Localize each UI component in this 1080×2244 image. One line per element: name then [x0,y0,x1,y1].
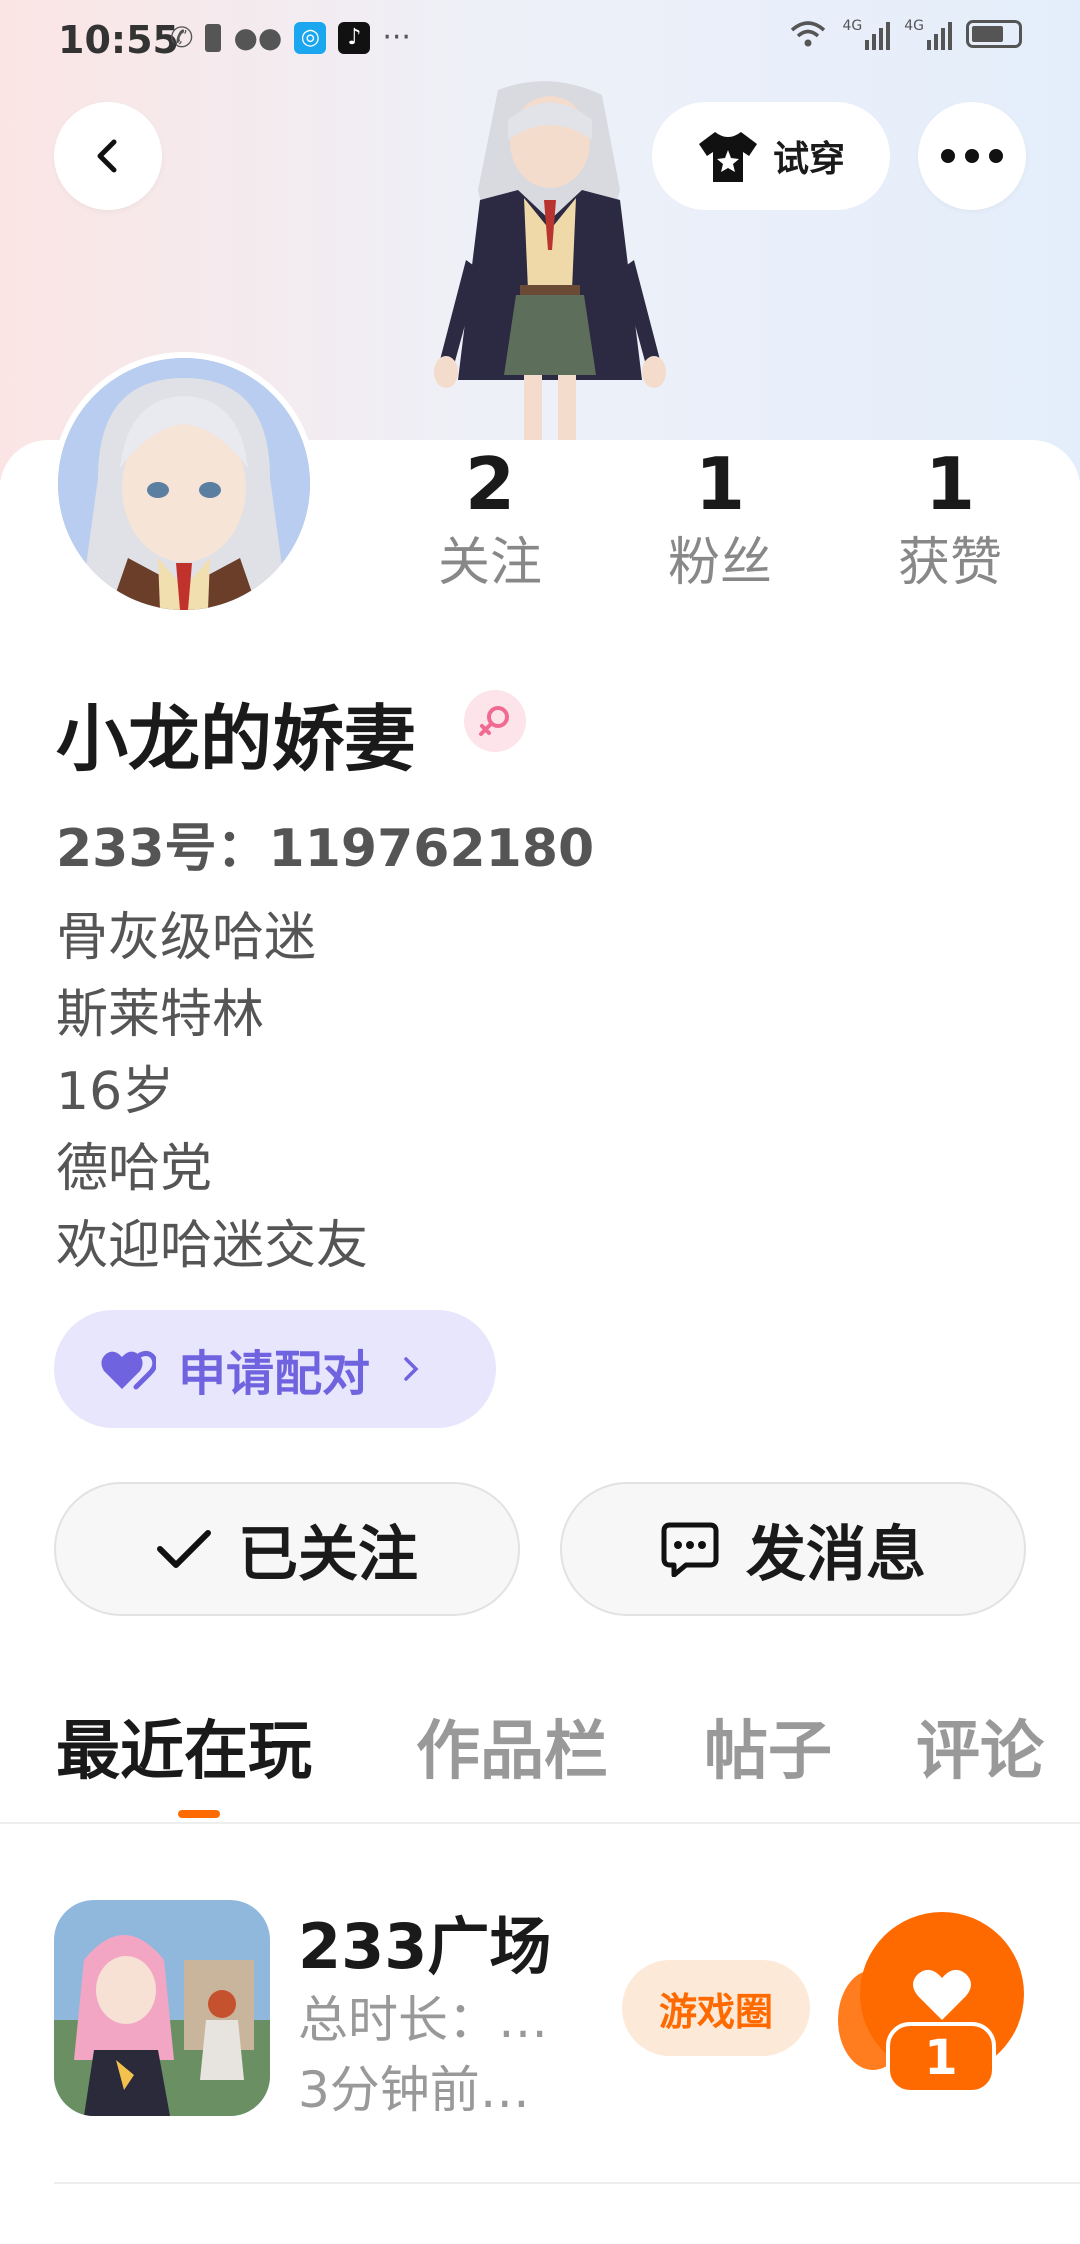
game-total-time: 总时长：… [298,1991,548,2049]
row-divider [54,2182,1080,2184]
stat-followers[interactable]: 1 粉丝 [640,440,800,598]
wechat-icon: ●● [233,21,283,54]
send-message-button[interactable]: 发消息 [560,1482,1026,1616]
more-dots-icon [941,149,1003,163]
status-time: 10:55 [58,18,179,62]
following-label: 关注 [437,533,542,593]
user-id: 233号：119762180 [56,819,595,879]
battery-alert-icon [205,23,222,52]
likes-label: 获赞 [897,533,1002,593]
followers-label: 粉丝 [667,533,772,593]
username: 小龙的娇妻 [56,697,417,781]
tshirt-icon [698,132,757,182]
tab-posts[interactable]: 帖子 [704,1700,832,1792]
user-avatar[interactable] [52,352,316,616]
like-count-badge: 1 [886,2022,996,2094]
female-gender-icon [464,690,526,752]
notification-icons: ✆ ●● ◎ ♪ ··· [170,20,411,55]
tiktok-icon: ♪ [338,21,371,54]
game-icon[interactable] [54,1900,270,2116]
bio-line: 斯莱特林 [56,985,265,1045]
game-title: 233广场 [298,1910,552,1983]
stat-following[interactable]: 2 关注 [410,440,570,598]
bio-line: 骨灰级哈迷 [56,908,317,968]
more-notifications-icon: ··· [382,20,411,55]
bio-line: 德哈党 [56,1139,213,1199]
try-on-button[interactable]: 试穿 [652,102,890,210]
tab-recently-played[interactable]: 最近在玩 [56,1700,312,1792]
request-pairing-label: 申请配对 [178,1346,371,1402]
profile-tabs: 最近在玩 作品栏 帖子 评论 [56,1700,1080,1810]
active-tab-indicator [178,1810,220,1818]
system-icons: 4G 4G [788,18,1022,50]
chat-bubble-icon [661,1522,719,1577]
heart-pair-icon [101,1350,156,1390]
heart-icon [913,1969,971,2020]
likes-count: 1 [924,442,976,526]
try-on-label: 试穿 [772,139,845,180]
bio-line: 16岁 [56,1062,175,1122]
back-button[interactable] [54,102,162,210]
wifi-icon [791,21,826,47]
checkmark-icon [157,1530,211,1568]
character-avatar-figure[interactable] [420,80,680,440]
request-pairing-button[interactable]: 申请配对 [54,1310,496,1428]
game-circle-button[interactable]: 游戏圈 [622,1960,810,2056]
tab-works[interactable]: 作品栏 [416,1700,608,1792]
game-last-played: 3分钟前… [298,2061,530,2119]
bio-line: 欢迎哈迷交友 [56,1216,369,1276]
battery-icon [966,20,1022,48]
avatar-image [58,358,310,610]
followers-count: 1 [694,442,746,526]
chevron-left-icon [97,139,117,173]
more-options-button[interactable] [918,102,1026,210]
tab-comments[interactable]: 评论 [916,1700,1044,1792]
send-message-label: 发消息 [746,1519,926,1590]
status-bar: 10:55 ✆ ●● ◎ ♪ ··· 4G 4G [0,0,1080,80]
bio: 骨灰级哈迷 斯莱特林 16岁 德哈党 欢迎哈迷交友 [56,900,368,1285]
stat-likes[interactable]: 1 获赞 [870,440,1030,598]
signal-1-icon: 4G [842,18,891,50]
following-button[interactable]: 已关注 [54,1482,520,1616]
search-app-icon: ◎ [294,21,327,54]
chevron-right-icon [404,1357,419,1381]
recent-game-item[interactable]: 233广场 总时长：… 3分钟前… 游戏圈 1 [0,1860,1080,2180]
missed-call-icon: ✆ [170,21,194,54]
tabs-divider [0,1822,1080,1824]
following-button-label: 已关注 [238,1519,418,1590]
following-count: 2 [464,442,516,526]
signal-2-icon: 4G [904,18,952,50]
